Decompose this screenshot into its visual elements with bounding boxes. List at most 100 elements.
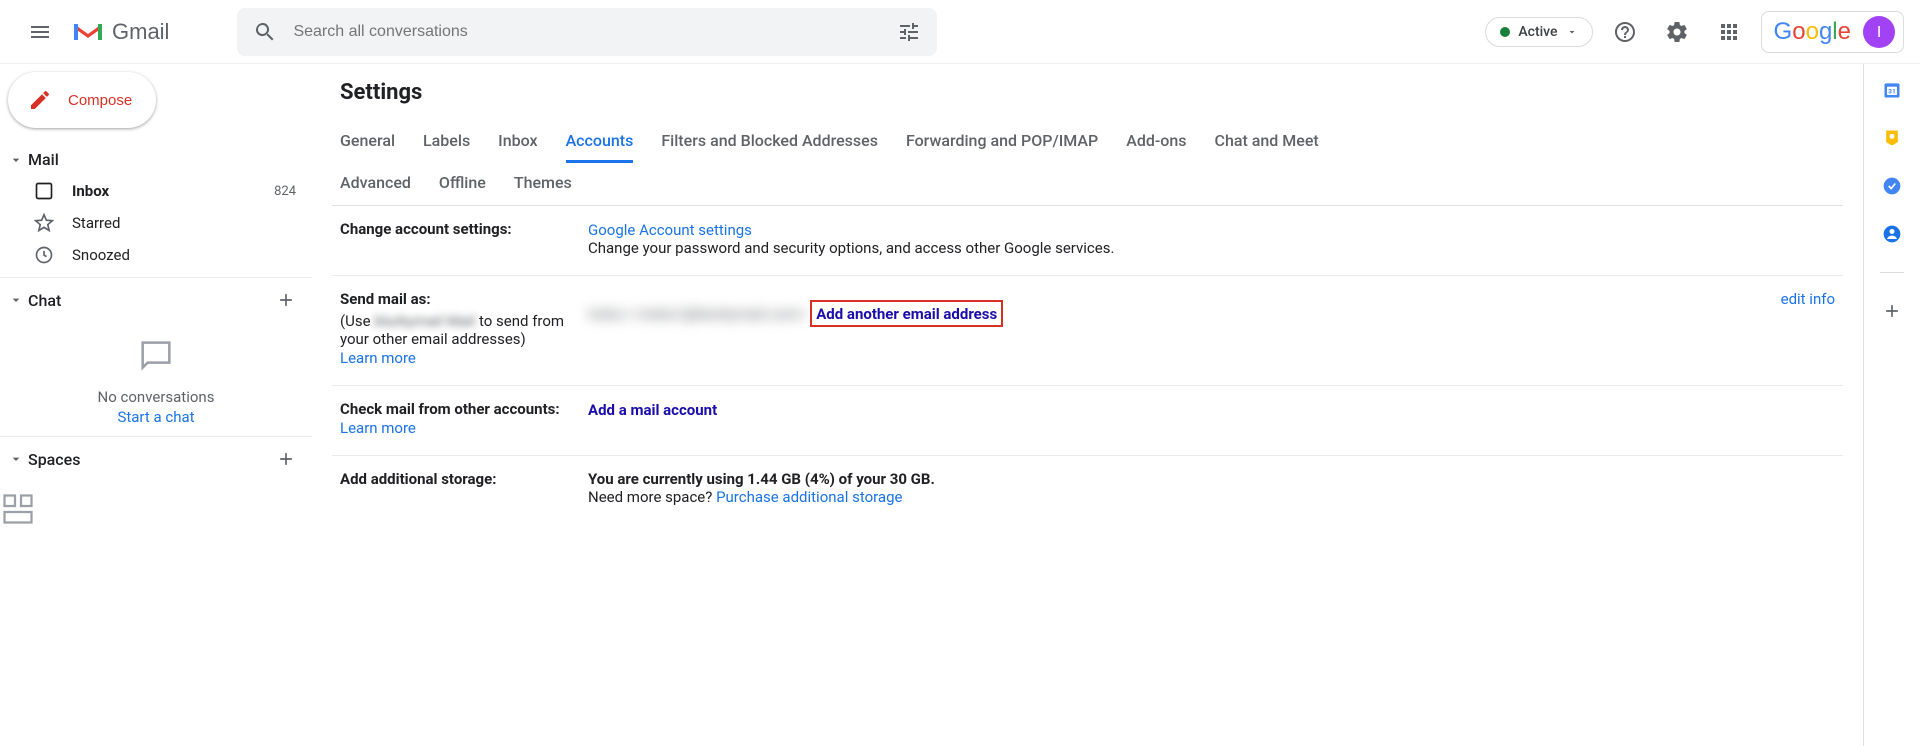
tab-offline[interactable]: Offline — [439, 163, 486, 205]
tab-inbox[interactable]: Inbox — [498, 121, 537, 163]
page-title: Settings — [332, 80, 1843, 105]
google-logo: Google — [1774, 18, 1851, 46]
tab-filters[interactable]: Filters and Blocked Addresses — [661, 121, 878, 163]
plus-icon[interactable] — [276, 449, 296, 469]
pencil-icon — [28, 88, 52, 112]
spaces-section: Spaces — [0, 436, 312, 527]
add-mail-account-link[interactable]: Add a mail account — [588, 401, 717, 419]
chevron-down-icon — [8, 152, 24, 168]
gear-icon — [1665, 20, 1689, 44]
inbox-count: 824 — [274, 184, 296, 199]
menu-icon — [28, 20, 52, 44]
tasks-icon[interactable] — [1882, 176, 1902, 196]
search-options-button[interactable] — [889, 12, 929, 52]
add-another-email-link[interactable]: Add another email address — [816, 305, 997, 323]
send-mail-as-label: Send mail as: — [340, 290, 588, 308]
right-rail: 31 — [1864, 64, 1920, 746]
help-icon — [1613, 20, 1637, 44]
mail-section-header[interactable]: Mail — [0, 144, 312, 175]
setting-send-mail-as: Send mail as: (Use blurkymail Mail to se… — [332, 276, 1843, 386]
chevron-down-icon — [8, 292, 24, 308]
tab-addons[interactable]: Add-ons — [1126, 121, 1186, 163]
status-chip[interactable]: Active — [1485, 17, 1592, 47]
chat-section: Chat No conversations Start a chat — [0, 277, 312, 430]
send-mail-sublabel: (Use blurkymail Mail to send from your o… — [340, 312, 588, 348]
support-button[interactable] — [1605, 12, 1645, 52]
mail-section-label: Mail — [28, 150, 59, 169]
tab-themes[interactable]: Themes — [514, 163, 572, 205]
rail-divider — [1880, 272, 1904, 273]
tune-icon — [897, 20, 921, 44]
menu-button[interactable] — [16, 8, 64, 56]
add-storage-label: Add additional storage: — [340, 470, 588, 488]
chat-section-label: Chat — [28, 291, 61, 310]
chat-bubble-icon — [136, 336, 176, 376]
search-icon — [253, 20, 277, 44]
edit-info-link[interactable]: edit info — [1781, 290, 1835, 308]
snoozed-label: Snoozed — [72, 246, 130, 264]
rail-add-button[interactable] — [1882, 301, 1902, 321]
sidebar-item-snoozed[interactable]: Snoozed — [0, 239, 312, 271]
learn-more-link-2[interactable]: Learn more — [340, 419, 416, 437]
tab-labels[interactable]: Labels — [423, 121, 470, 163]
spaces-grid-icon — [0, 491, 312, 527]
chevron-down-icon — [8, 451, 24, 467]
setting-check-mail: Check mail from other accounts: Learn mo… — [332, 386, 1843, 456]
no-conversations-label: No conversations — [0, 388, 312, 406]
apps-button[interactable] — [1709, 12, 1749, 52]
svg-text:31: 31 — [1888, 87, 1896, 95]
compose-label: Compose — [68, 92, 132, 109]
learn-more-link[interactable]: Learn more — [340, 349, 416, 367]
tab-accounts[interactable]: Accounts — [566, 121, 634, 163]
sidebar-item-inbox[interactable]: Inbox 824 — [0, 175, 312, 207]
change-password-desc: Change your password and security option… — [588, 239, 1835, 257]
gmail-icon — [72, 20, 104, 44]
inbox-label: Inbox — [72, 182, 109, 200]
compose-button[interactable]: Compose — [8, 72, 156, 128]
keep-icon[interactable] — [1882, 128, 1902, 148]
chat-section-header[interactable]: Chat — [0, 284, 312, 316]
start-chat-link[interactable]: Start a chat — [0, 408, 312, 426]
google-account-settings-link[interactable]: Google Account settings — [588, 221, 752, 239]
storage-usage: You are currently using 1.44 GB (4%) of … — [588, 470, 1835, 488]
setting-change-account: Change account settings: Google Account … — [332, 206, 1843, 276]
inbox-icon — [34, 181, 54, 201]
need-more-space: Need more space? — [588, 488, 716, 506]
setting-add-storage: Add additional storage: You are currentl… — [332, 456, 1843, 524]
spaces-section-header[interactable]: Spaces — [0, 443, 312, 475]
topbar-right: Active Google I — [1485, 11, 1904, 53]
content-area: Settings General Labels Inbox Accounts F… — [312, 64, 1864, 746]
search-button[interactable] — [245, 12, 285, 52]
blurred-email: Indra I <indra1@blurkymail.com> — [588, 305, 806, 323]
gmail-label: Gmail — [112, 19, 169, 45]
calendar-icon[interactable]: 31 — [1882, 80, 1902, 100]
tab-general[interactable]: General — [340, 121, 395, 163]
sidebar-item-starred[interactable]: Starred — [0, 207, 312, 239]
check-mail-label: Check mail from other accounts: — [340, 400, 588, 418]
tab-forwarding[interactable]: Forwarding and POP/IMAP — [906, 121, 1098, 163]
tab-chat-meet[interactable]: Chat and Meet — [1215, 121, 1319, 163]
plus-icon[interactable] — [276, 290, 296, 310]
settings-tabs-row1: General Labels Inbox Accounts Filters an… — [332, 121, 1843, 163]
mail-section: Mail Inbox 824 Starred Snoozed — [0, 144, 312, 271]
spaces-section-label: Spaces — [28, 450, 80, 469]
tab-advanced[interactable]: Advanced — [340, 163, 411, 205]
change-account-label: Change account settings: — [340, 220, 588, 238]
contacts-icon[interactable] — [1882, 224, 1902, 244]
topbar: Gmail Active Google I — [0, 0, 1920, 64]
star-icon — [34, 213, 54, 233]
chevron-down-icon — [1566, 26, 1578, 38]
starred-label: Starred — [72, 214, 120, 232]
settings-button[interactable] — [1657, 12, 1697, 52]
avatar[interactable]: I — [1863, 16, 1895, 48]
purchase-storage-link[interactable]: Purchase additional storage — [716, 488, 902, 506]
add-another-email-highlight: Add another email address — [810, 300, 1003, 327]
status-dot-icon — [1500, 27, 1510, 37]
clock-icon — [34, 245, 54, 265]
search-bar — [237, 8, 937, 56]
logo-area[interactable]: Gmail — [72, 19, 169, 45]
status-label: Active — [1518, 24, 1557, 40]
account-area[interactable]: Google I — [1761, 11, 1904, 53]
apps-icon — [1717, 20, 1741, 44]
search-input[interactable] — [285, 23, 889, 41]
